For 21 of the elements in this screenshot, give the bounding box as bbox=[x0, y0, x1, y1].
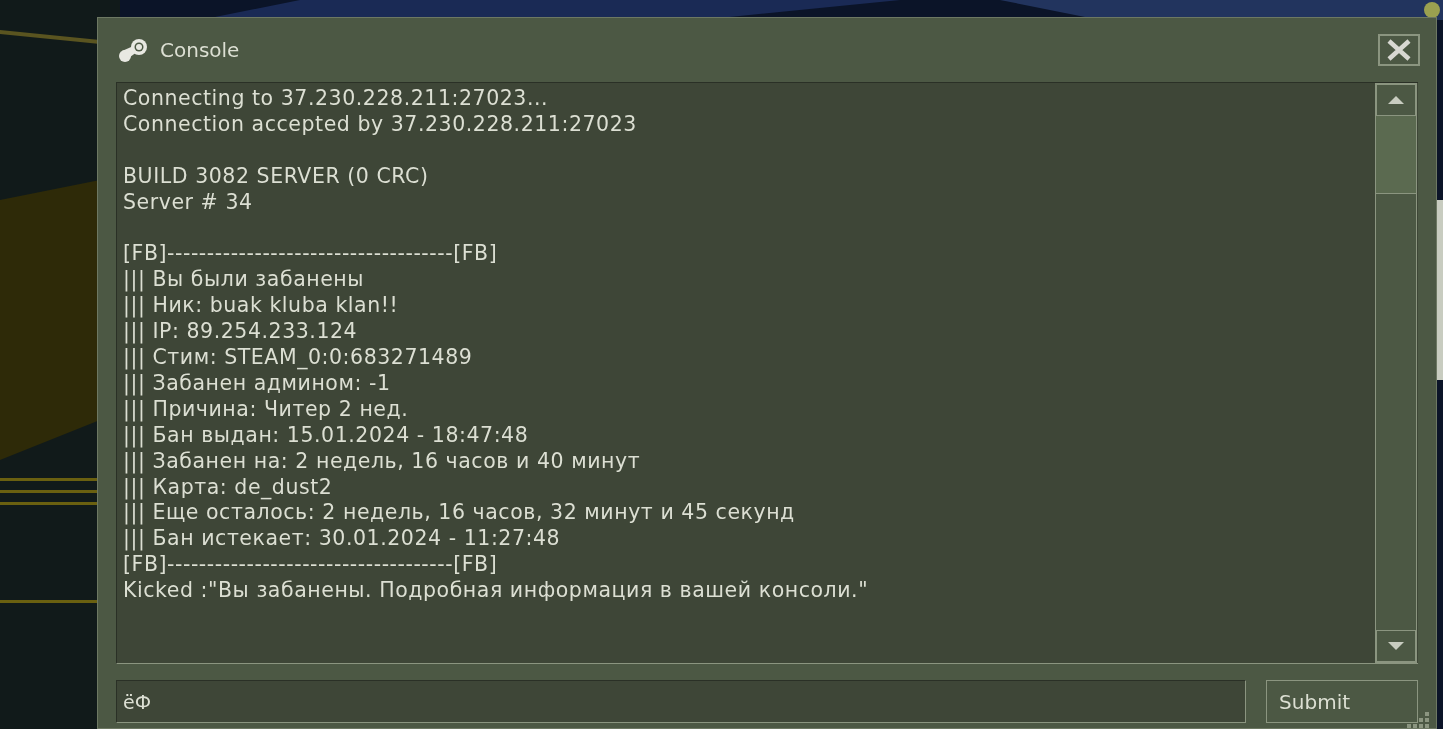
log-line: ||| Бан истекает: 30.01.2024 - 11:27:48 bbox=[123, 526, 562, 553]
log-line: ||| Еще осталось: 2 недель, 16 часов, 32 минут и 45 секунд bbox=[123, 500, 796, 527]
log-line: Server # 34 bbox=[123, 189, 254, 216]
log-line: ||| IP: 89.254.233.124 bbox=[123, 319, 359, 346]
log-line: Connecting to 37.230.228.211:27023... bbox=[123, 86, 550, 112]
log-line: Connection accepted by 37.230.228.211:27023 bbox=[123, 111, 638, 138]
log-line: ||| Стим: STEAM_0:0:683271489 bbox=[123, 345, 474, 371]
log-line: [FB]------------------------------------[FB] bbox=[123, 552, 499, 579]
log-line: Kicked :"Вы забанены. Подробная информация в вашей консоли." bbox=[123, 578, 870, 605]
log-line: BUILD 3082 SERVER (0 CRC) bbox=[123, 163, 430, 190]
log-line: ||| Забанен админом: -1 bbox=[123, 370, 392, 397]
log-line: [FB]------------------------------------[FB] bbox=[123, 241, 499, 268]
submit-button[interactable]: Submit bbox=[1266, 680, 1418, 723]
command-input[interactable]: ёФ bbox=[116, 680, 1247, 723]
log-line: ||| Бан выдан: 15.01.2024 - 18:47:48 bbox=[123, 422, 530, 449]
log-line: ||| Карта: de_dust2 bbox=[123, 474, 334, 501]
log-line: ||| Причина: Читер 2 нед. bbox=[123, 396, 410, 423]
log-line: ||| Забанен на: 2 недель, 16 часов и 40 минут bbox=[123, 448, 642, 475]
log-line: ||| Вы были забанены bbox=[123, 267, 366, 294]
window-title: Console bbox=[160, 38, 241, 62]
log-line: ||| Ник: buak kluba klan!! bbox=[123, 293, 400, 320]
